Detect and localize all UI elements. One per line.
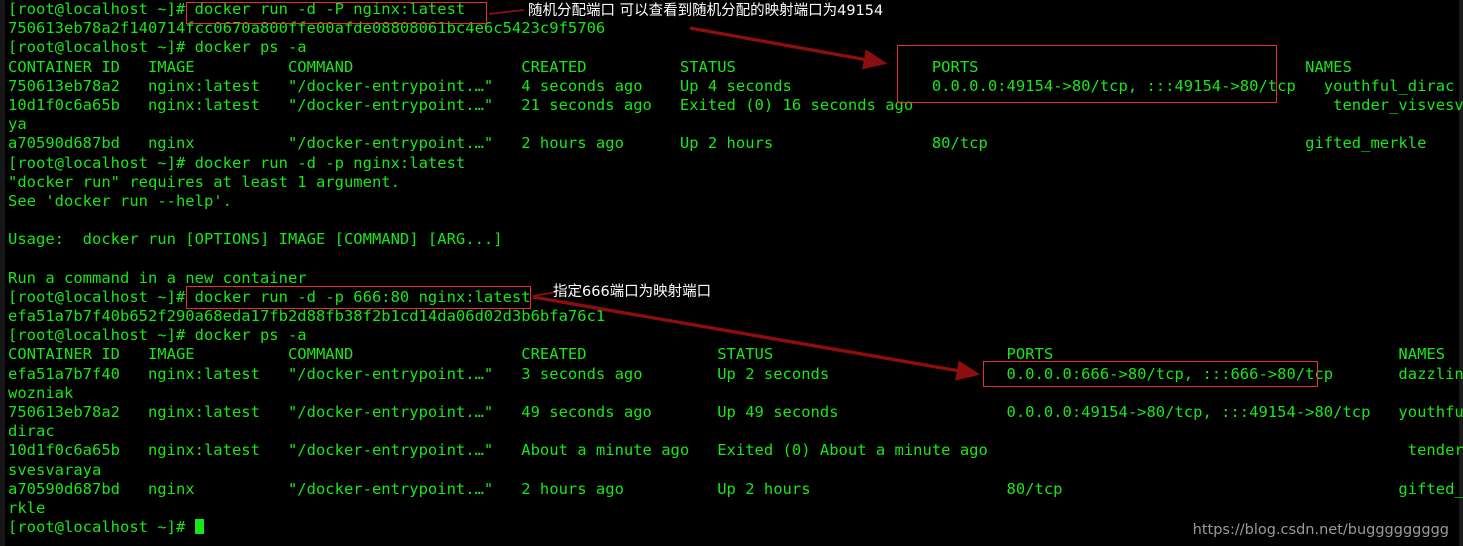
table-row-wrap: svesvaraya — [8, 460, 102, 479]
usage-line: Usage: docker run [OPTIONS] IMAGE [COMMA… — [8, 230, 503, 249]
table-row-wrap: dirac — [8, 422, 55, 441]
terminal-line: [root@localhost ~]# docker run -d -p 666… — [8, 287, 531, 306]
table-header-row: CONTAINER ID IMAGE COMMAND CREATED STATU… — [8, 345, 1446, 364]
terminal-line: [root@localhost ~]# docker ps -a — [8, 38, 307, 57]
window-left-edge — [0, 0, 5, 546]
text-cursor — [194, 519, 204, 535]
terminal-line: efa51a7b7f40b652f290a68eda17fb2d88fb38f2… — [8, 307, 606, 325]
window-right-edge — [1459, 0, 1463, 546]
terminal-line: [root@localhost ~]# docker run -d -p ngi… — [8, 153, 466, 172]
table-row: a70590d687bd nginx "/docker-entrypoint.…… — [8, 479, 1463, 498]
table-header-row: CONTAINER ID IMAGE COMMAND CREATED STATU… — [8, 57, 1352, 76]
table-row: 750613eb78a2 nginx:latest "/docker-entry… — [8, 402, 1463, 421]
watermark-url: https://blog.csdn.net/buggggggggg — [1192, 522, 1449, 538]
table-row-wrap: rkle — [8, 498, 46, 517]
terminal-window: [root@localhost ~]# docker run -d -P ngi… — [0, 0, 1463, 546]
annotation-note-fixed-port: 指定666端口为映射端口 — [553, 284, 712, 300]
table-row: efa51a7b7f40 nginx:latest "/docker-entry… — [8, 364, 1463, 383]
usage-description: Run a command in a new container — [8, 268, 307, 287]
table-row-wrap: wozniak — [8, 383, 74, 402]
annotation-note-random-port: 随机分配端口 可以查看到随机分配的映射端口为49154 — [528, 3, 884, 19]
help-hint: See 'docker run --help'. — [8, 191, 232, 210]
terminal-output[interactable]: [root@localhost ~]# docker run -d -P ngi… — [8, 0, 1463, 537]
terminal-line: [root@localhost ~]# docker ps -a — [8, 326, 307, 345]
table-row: 10d1f0c6a65b nginx:latest "/docker-entry… — [8, 95, 1463, 114]
table-row: a70590d687bd nginx "/docker-entrypoint.…… — [8, 134, 1427, 153]
table-row-wrap: ya — [8, 115, 27, 134]
terminal-line: 750613eb78a2f140714fcc0670a800ffe00afde0… — [8, 19, 606, 38]
table-row: 10d1f0c6a65b nginx:latest "/docker-entry… — [8, 441, 1463, 460]
error-message: "docker run" requires at least 1 argumen… — [8, 172, 400, 191]
table-row: 750613eb78a2 nginx:latest "/docker-entry… — [8, 76, 1455, 95]
prompt-text: [root@localhost ~]# — [8, 518, 195, 537]
